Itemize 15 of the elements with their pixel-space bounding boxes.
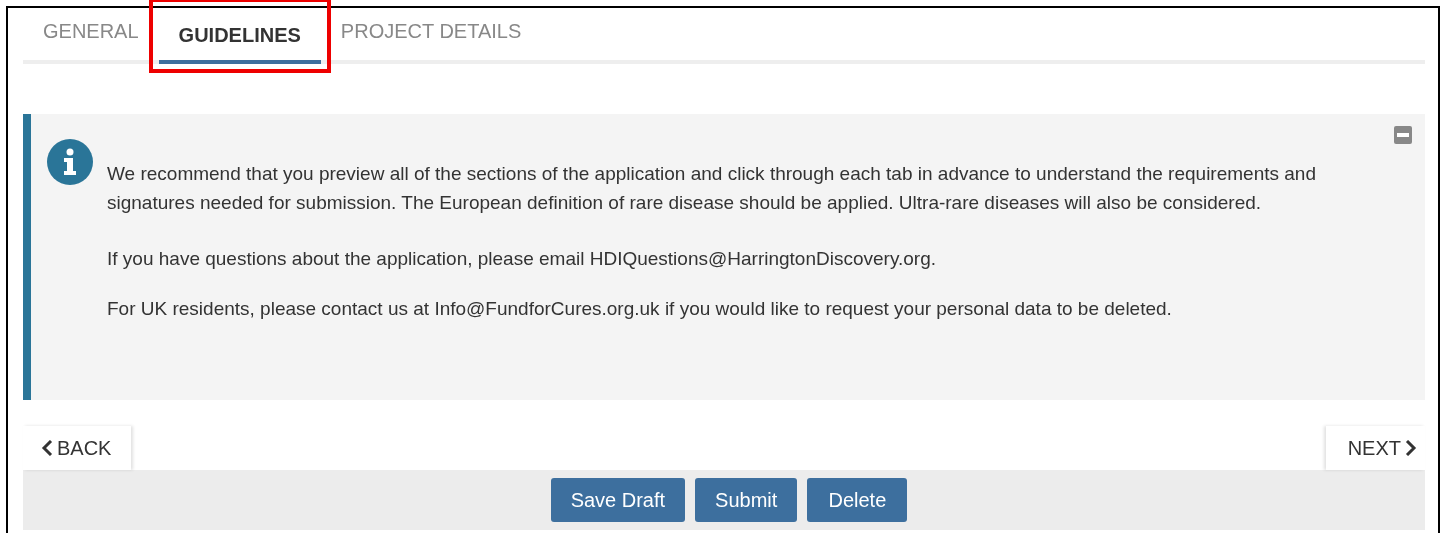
- notice-text: If you have questions about the application, please email HDIQuestions@HarringtonDiscovery.org.: [107, 247, 937, 271]
- tab[interactable]: GUIDELINES: [158, 20, 321, 64]
- chevron-right-icon: [1405, 440, 1417, 456]
- chevron-left-icon: [41, 440, 53, 456]
- action-button[interactable]: Save Draft: [550, 478, 686, 522]
- action-button[interactable]: Delete: [807, 478, 908, 522]
- next-link[interactable]: NEXT: [1325, 426, 1425, 470]
- info-icon: [47, 139, 93, 185]
- notice-text: We recommend that you preview all of the sections of the application and click through each tab in advance to understand the requirements and signatures needed for submission. The European definition of rare disease should be applied. Ultra-rare diseases will also be considered.: [107, 162, 1317, 215]
- action-button[interactable]: Submit: [695, 478, 798, 522]
- tab[interactable]: PROJECT DETAILS: [320, 16, 542, 60]
- tab[interactable]: GENERAL: [23, 16, 159, 60]
- notice-text: For UK residents, please contact us at Info@FundforCures.org.uk if you would like to request your personal data to be deleted.: [107, 297, 1173, 321]
- back-link[interactable]: BACK: [23, 426, 132, 470]
- collapse-icon[interactable]: [1394, 126, 1412, 144]
